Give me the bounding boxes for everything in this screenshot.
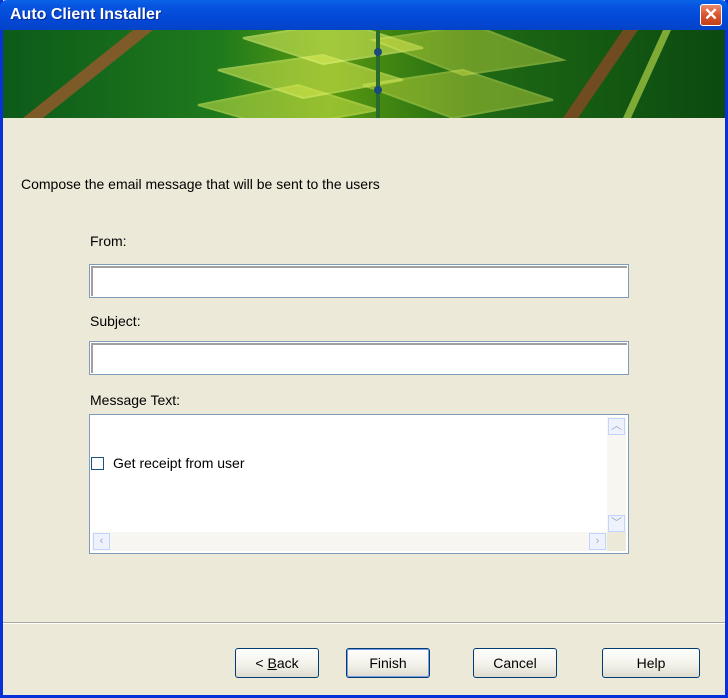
subject-label: Subject: xyxy=(90,313,141,329)
scroll-left-icon[interactable]: ‹ xyxy=(93,533,110,550)
finish-button[interactable]: Finish xyxy=(346,648,430,678)
receipt-label[interactable]: Get receipt from user xyxy=(113,455,245,471)
horizontal-scrollbar[interactable]: ‹ › xyxy=(92,532,607,551)
back-prefix: < xyxy=(255,655,268,671)
back-mnemonic: B xyxy=(267,655,277,671)
banner-artwork xyxy=(23,30,671,118)
message-label: Message Text: xyxy=(90,392,181,408)
scroll-down-icon[interactable]: ﹀ xyxy=(608,515,625,532)
vertical-scrollbar[interactable]: ︿ ﹀ xyxy=(607,417,626,533)
from-field[interactable] xyxy=(89,264,629,298)
scroll-up-icon[interactable]: ︿ xyxy=(608,418,625,435)
subject-field[interactable] xyxy=(89,341,629,375)
receipt-checkbox[interactable] xyxy=(91,457,104,470)
back-rest: ack xyxy=(276,655,299,671)
back-button[interactable]: < Back xyxy=(235,648,319,678)
title-bar[interactable]: Auto Client Installer ✕ xyxy=(0,0,728,30)
instruction-text: Compose the email message that will be s… xyxy=(21,176,380,192)
footer-separator xyxy=(3,622,725,624)
installer-window: Auto Client Installer ✕ Compose the emai… xyxy=(0,0,728,698)
window-title: Auto Client Installer xyxy=(10,6,162,23)
help-button[interactable]: Help xyxy=(602,648,700,678)
dialog-content: Compose the email message that will be s… xyxy=(3,118,725,622)
message-textarea[interactable]: ︿ ﹀ ‹ › xyxy=(89,414,629,554)
cancel-button[interactable]: Cancel xyxy=(473,648,557,678)
close-icon: ✕ xyxy=(703,5,719,24)
from-label: From: xyxy=(90,233,127,249)
header-banner xyxy=(3,30,725,118)
scroll-right-icon[interactable]: › xyxy=(589,533,606,550)
scrollbar-corner xyxy=(607,532,626,551)
close-button[interactable]: ✕ xyxy=(700,4,722,26)
